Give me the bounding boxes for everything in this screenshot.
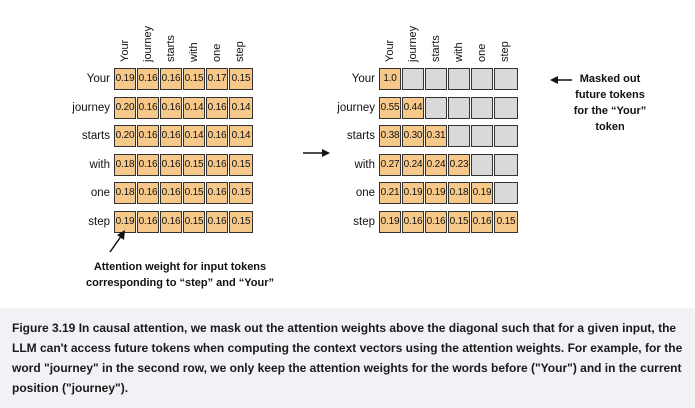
attention-weight-note-line2: corresponding to “step” and “Your” — [85, 277, 275, 289]
masked-out-note: Masked out future tokens for the “Your” … — [556, 71, 664, 135]
attention-weight-note: Attention weight for input tokens corres… — [60, 259, 300, 291]
masked-out-note-line3: for the “Your” — [573, 105, 647, 117]
attention-weight-note-line1: Attention weight for input tokens — [93, 261, 267, 273]
masked-out-note-line4: token — [595, 121, 625, 133]
masked-out-note-line1: Masked out — [579, 73, 641, 85]
figure-caption-box: Figure 3.19 In causal attention, we mask… — [0, 308, 695, 408]
attention-weight-arrow — [109, 230, 125, 253]
masked-out-note-line2: future tokens — [575, 89, 645, 101]
figure-caption: Figure 3.19 In causal attention, we mask… — [12, 321, 683, 395]
transform-arrow — [303, 149, 330, 157]
